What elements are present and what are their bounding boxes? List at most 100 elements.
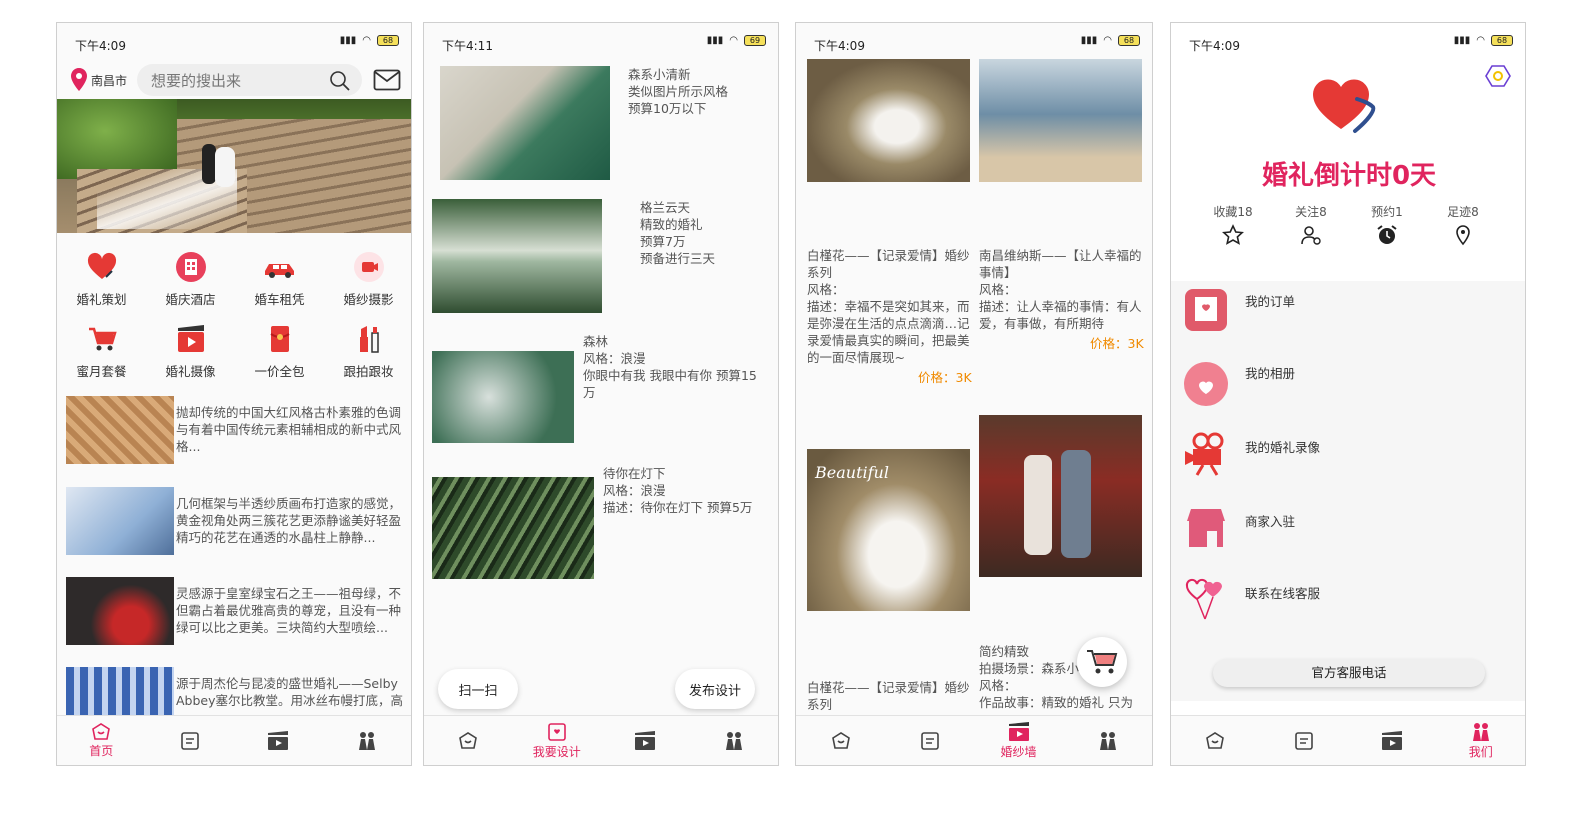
menu-label: 我的订单 xyxy=(1245,294,1296,309)
menu-list: 我的订单 我的相册 我的婚礼录像 商家入驻 联系在线客服 官方客服电话 xyxy=(1171,281,1525,701)
tab-bar: 婚纱墙 xyxy=(796,715,1152,765)
search-input[interactable]: 想要的搜出来 xyxy=(151,70,241,91)
video-tab-icon xyxy=(268,730,289,750)
tab-design[interactable] xyxy=(146,716,235,765)
design-item[interactable]: 格兰云天 精致的婚礼 预算7万 预备进行三天 xyxy=(432,199,772,313)
signal-icon: ▮▮▮ xyxy=(339,35,357,46)
wedding-countdown: 婚礼倒计时0天 xyxy=(1261,161,1437,191)
menu-label: 我的婚礼录像 xyxy=(1245,440,1321,455)
tab-home[interactable] xyxy=(1171,716,1260,765)
article-summary: 灵感源于皇室绿宝石之王——祖母绿，不但霸占着最优雅高贵的尊宠，且没有一种绿可以比… xyxy=(176,586,402,635)
album-icon xyxy=(1184,362,1228,406)
menu-item-support[interactable]: 联系在线客服 xyxy=(1171,577,1525,649)
category-wedding-video[interactable]: 婚礼摄像 xyxy=(146,317,235,387)
hero-banner[interactable] xyxy=(57,99,411,233)
stat-label: 关注8 xyxy=(1295,205,1327,219)
tab-profile[interactable] xyxy=(690,716,779,765)
battery-icon: 68 xyxy=(377,35,399,46)
tab-gallery[interactable] xyxy=(1348,716,1437,765)
tab-gallery[interactable] xyxy=(601,716,690,765)
gallery-card-text[interactable]: 南昌维纳斯——【让人幸福的事情】 风格： 描述：让人幸福的事情：有人爱，有事做，… xyxy=(979,247,1144,332)
category-makeup[interactable]: 跟拍跟妆 xyxy=(324,317,411,387)
cart-icon xyxy=(88,327,117,351)
status-time: 下午4:09 xyxy=(1189,39,1240,53)
tab-bar: 首页 xyxy=(57,715,411,765)
stat-following[interactable]: 关注8 xyxy=(1271,203,1351,250)
gallery-card-text[interactable]: 白槿花——【记录爱情】婚纱系列 风格： 描述：幸福不是突如其来，而是弥漫在生活的… xyxy=(807,247,972,366)
design-tab-icon xyxy=(920,731,939,750)
design-item[interactable]: 森林 风格：浪漫 你眼中有我 我眼中有你 预算15万 xyxy=(432,331,772,443)
tab-profile[interactable] xyxy=(1063,716,1152,765)
tab-bar: 我们 xyxy=(1171,715,1525,765)
balloon-hearts-icon xyxy=(1185,578,1222,620)
location-pin-icon xyxy=(71,68,87,91)
publish-design-button[interactable]: 发布设计 xyxy=(675,669,755,709)
car-icon xyxy=(264,264,294,278)
tab-design[interactable]: 我要设计 xyxy=(513,716,602,765)
stat-favorites[interactable]: 收藏18 xyxy=(1193,203,1273,250)
stat-bookings[interactable]: 预约1 xyxy=(1347,203,1427,250)
wifi-icon: ◠ xyxy=(362,35,371,46)
settings-hexagon-icon[interactable] xyxy=(1485,63,1511,89)
tab-gallery[interactable] xyxy=(234,716,323,765)
tab-design[interactable] xyxy=(1260,716,1349,765)
article-thumbnail xyxy=(66,577,174,645)
gallery-card-text[interactable]: 白槿花——【记录爱情】婚纱系列 xyxy=(807,679,972,713)
wedding-photo[interactable] xyxy=(807,59,970,182)
service-phone-button[interactable]: 官方客服电话 xyxy=(1213,659,1485,687)
article-item[interactable]: 源于周杰伦与昆凌的盛世婚礼——Selby Abbey塞尔比教堂。用冰丝布幔打底，… xyxy=(66,667,406,715)
stat-footprints[interactable]: 足迹8 xyxy=(1423,203,1503,250)
category-label: 跟拍跟妆 xyxy=(343,364,394,379)
article-item[interactable]: 几何框架与半透纱质画布打造家的感觉，黄金视角处两三簇花艺更添静谧美好轻盈精巧的花… xyxy=(66,487,406,557)
menu-item-album[interactable]: 我的相册 xyxy=(1171,359,1525,431)
tab-home[interactable]: 首页 xyxy=(57,716,146,765)
battery-icon: 68 xyxy=(1118,35,1140,46)
menu-item-orders[interactable]: 我的订单 xyxy=(1171,281,1525,353)
category-wedding-photo[interactable]: 婚纱摄影 xyxy=(324,245,411,315)
gallery-screen: 下午4:09 ▮▮▮ ◠ 68 白槿花——【记录爱情】婚纱系列 风格： 描述：幸… xyxy=(795,22,1153,766)
menu-item-video[interactable]: 我的婚礼录像 xyxy=(1171,431,1525,503)
category-wedding-planning[interactable]: 婚礼策划 xyxy=(57,245,146,315)
camera-icon xyxy=(353,252,384,282)
wedding-photo[interactable] xyxy=(979,415,1142,577)
category-label: 婚礼策划 xyxy=(76,292,127,307)
photo-caption: Beautiful xyxy=(815,463,889,482)
tab-gallery[interactable]: 婚纱墙 xyxy=(974,716,1063,765)
design-photo xyxy=(432,351,574,443)
tab-home[interactable] xyxy=(796,716,885,765)
article-item[interactable]: 抛却传统的中国大红风格古朴素雅的色调与有着中国传统元素相辅相成的新中式风格... xyxy=(66,396,406,466)
search-icon[interactable] xyxy=(328,69,352,93)
location-picker[interactable]: 南昌市 xyxy=(69,67,127,93)
red-envelope-icon xyxy=(269,326,290,352)
design-tab-icon xyxy=(180,731,199,750)
stats-row: 收藏18 关注8 预约1 足迹8 xyxy=(1171,203,1525,263)
design-item[interactable]: 待你在灯下 风格：浪漫 描述：待你在灯下 预算5万 xyxy=(432,465,772,579)
cart-button[interactable] xyxy=(1077,637,1127,687)
signal-icon: ▮▮▮ xyxy=(1453,35,1471,46)
tab-label: 我们 xyxy=(1468,745,1493,759)
menu-item-merchant[interactable]: 商家入驻 xyxy=(1171,505,1525,577)
design-description: 森林 风格：浪漫 你眼中有我 我眼中有你 预算15万 xyxy=(583,334,757,400)
design-item[interactable]: 森系小清新 类似图片所示风格 预算10万以下 xyxy=(440,66,770,182)
design-description: 格兰云天 精致的婚礼 预算7万 预备进行三天 xyxy=(640,200,716,266)
tab-design[interactable] xyxy=(885,716,974,765)
wedding-photo[interactable] xyxy=(979,59,1142,182)
tab-profile[interactable] xyxy=(323,716,412,765)
tab-profile[interactable]: 我们 xyxy=(1437,716,1526,765)
article-item[interactable]: 灵感源于皇室绿宝石之王——祖母绿，不但霸占着最优雅高贵的尊宠，且没有一种绿可以比… xyxy=(66,577,406,647)
category-label: 婚庆酒店 xyxy=(165,292,216,307)
category-honeymoon[interactable]: 蜜月套餐 xyxy=(57,317,146,387)
category-wedding-hotel[interactable]: 婚庆酒店 xyxy=(146,245,235,315)
article-thumbnail xyxy=(66,396,174,464)
category-all-inclusive[interactable]: 一价全包 xyxy=(235,317,324,387)
mail-icon[interactable] xyxy=(373,69,401,91)
stat-label: 收藏18 xyxy=(1213,205,1253,219)
tab-home[interactable] xyxy=(424,716,513,765)
scan-button[interactable]: 扫一扫 xyxy=(438,669,518,709)
wedding-photo[interactable]: Beautiful xyxy=(807,449,970,611)
video-icon xyxy=(177,325,204,352)
search-bar[interactable]: 想要的搜出来 xyxy=(137,64,362,96)
category-car-rental[interactable]: 婚车租凭 xyxy=(235,245,324,315)
tab-bar: 我要设计 xyxy=(424,715,778,765)
menu-label: 联系在线客服 xyxy=(1245,586,1321,601)
